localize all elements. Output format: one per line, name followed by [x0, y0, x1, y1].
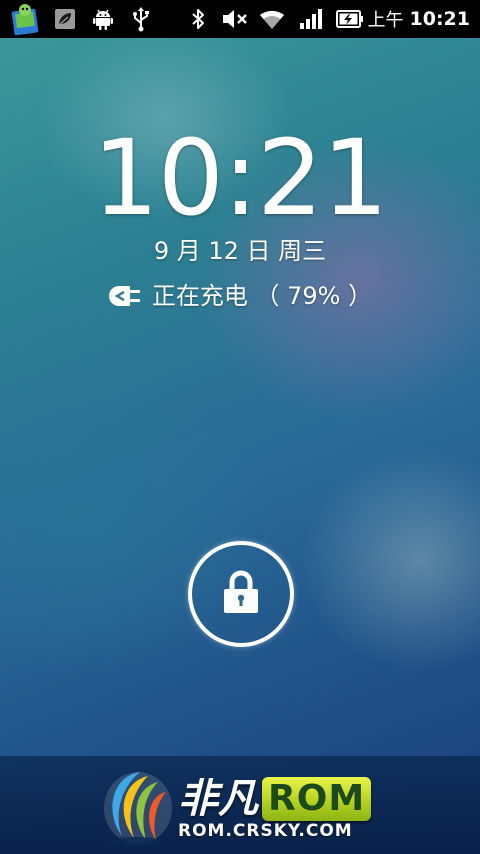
charging-text: 正在充电 （ 79% ） [151, 282, 373, 310]
bluetooth-icon [186, 0, 210, 38]
app-store-icon [8, 0, 46, 38]
brand-url: ROM.CRSKY.COM [178, 821, 353, 841]
android-icon [90, 0, 116, 38]
signal-icon [296, 0, 326, 38]
charging-plug-icon [108, 283, 144, 309]
lockscreen-clock: 10:21 [92, 117, 389, 239]
brand-chinese-name: 非凡 [178, 776, 258, 822]
wifi-icon [256, 0, 288, 38]
brand-rom-badge: ROM [262, 777, 372, 821]
status-bar[interactable]: 上午 10:21 [0, 0, 480, 38]
status-ampm: 上午 [367, 10, 404, 31]
lock-screen: 上午 10:21 10:21 9 月 12 日 周三 正在充电 （ 79% ） [0, 0, 480, 854]
volume-muted-icon [220, 0, 250, 38]
battery-charging-icon [334, 0, 366, 38]
lock-icon [221, 570, 261, 618]
lockscreen-date: 9 月 12 日 周三 [153, 237, 327, 265]
usb-icon [128, 0, 154, 38]
status-time: 10:21 [409, 8, 470, 30]
leaf-icon [52, 0, 78, 38]
unlock-handle[interactable] [188, 541, 294, 647]
status-clock: 上午 10:21 [368, 0, 470, 38]
crsky-logo-icon [100, 764, 180, 848]
charging-status: 正在充电 （ 79% ） [0, 279, 480, 313]
